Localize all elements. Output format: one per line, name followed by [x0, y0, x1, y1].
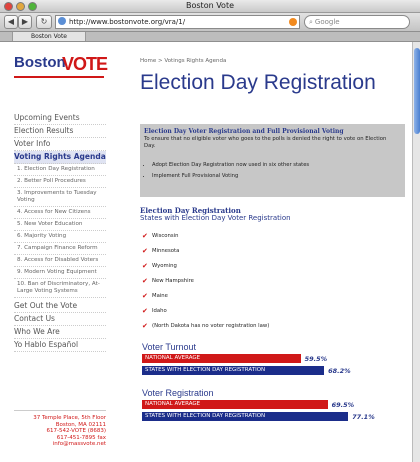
back-button[interactable]: ◀	[4, 15, 18, 29]
list-item: ✔ Wisconsin	[140, 232, 340, 247]
sidebar-nav: Upcoming Events Election Results Voter I…	[14, 112, 106, 352]
checkmark-icon: ✔	[142, 232, 148, 240]
sidebar-item-get-out-the-vote[interactable]: Get Out the Vote	[14, 300, 106, 313]
summary-box: Election Day Voter Registration and Full…	[140, 124, 405, 197]
main-content: Home > Votings Rights Agenda Election Da…	[140, 42, 412, 462]
tab-boston-vote[interactable]: Boston Vote	[12, 32, 86, 41]
sidebar-item-election-results[interactable]: Election Results	[14, 125, 106, 138]
state-name: Wisconsin	[152, 233, 179, 239]
sidebar-subitem-8[interactable]: 8. Access for Disabled Voters	[14, 255, 106, 267]
url-text: http://www.bostonvote.org/vra/1/	[69, 18, 186, 26]
list-item: ✔ Maine	[140, 292, 340, 307]
bar-label: STATES WITH ELECTION DAY REGISTRATION	[145, 367, 266, 373]
state-name: New Hampshire	[152, 278, 194, 284]
globe-icon	[58, 17, 66, 25]
sidebar-subitem-2[interactable]: 2. Better Poll Procedures	[14, 176, 106, 188]
page-content: Boston VOTE Upcoming Events Election Res…	[0, 42, 412, 462]
rss-icon[interactable]	[289, 18, 297, 26]
registration-bar-edr: STATES WITH ELECTION DAY REGISTRATION	[142, 412, 349, 421]
state-name: Maine	[152, 293, 168, 299]
turnout-bar-national: NATIONAL AVERAGE	[142, 354, 301, 363]
bar-label: NATIONAL AVERAGE	[145, 355, 201, 361]
state-name: Wyoming	[152, 263, 177, 269]
list-item: ✔ New Hampshire	[140, 277, 340, 292]
sidebar-item-yo-hablo-espanol[interactable]: Yo Hablo Español	[14, 339, 106, 352]
browser-window: Boston Vote ◀ ▶ ↻ http://www.bostonvote.…	[0, 0, 420, 462]
summary-text: To ensure that no eligible voter who goe…	[144, 136, 387, 149]
list-item: ✔ Minnesota	[140, 247, 340, 262]
forward-button[interactable]: ▶	[18, 15, 32, 29]
turnout-value-edr: 68.2%	[328, 367, 351, 375]
list-item: ✔ Idaho	[140, 307, 340, 322]
registration-value-edr: 77.1%	[352, 413, 375, 421]
list-item: ✔ Wyoming	[140, 262, 340, 277]
state-name: (North Dakota has no voter registration …	[152, 323, 270, 329]
bar-label: STATES WITH ELECTION DAY REGISTRATION	[145, 413, 266, 419]
sidebar-subitem-3[interactable]: 3. Improvements to Tuesday Voting	[14, 188, 106, 207]
sidebar-subitem-10[interactable]: 10. Ban of Discriminatory, At-Large Voti…	[14, 279, 106, 298]
checkmark-icon: ✔	[142, 277, 148, 285]
logo-text-boston: Boston	[14, 54, 66, 71]
sidebar-subitem-1[interactable]: 1. Election Day Registration	[14, 164, 106, 176]
sidebar-subitem-4[interactable]: 4. Access for New Citizens	[14, 207, 106, 219]
logo-underline	[14, 76, 104, 78]
address-divider	[14, 410, 106, 411]
checkmark-icon: ✔	[142, 292, 148, 300]
bar-label: NATIONAL AVERAGE	[145, 401, 201, 407]
states-list: ✔ Wisconsin ✔ Minnesota ✔ Wyoming ✔ New Hamp…	[140, 232, 340, 337]
state-name: Idaho	[152, 308, 167, 314]
address-bar[interactable]: http://www.bostonvote.org/vra/1/	[55, 15, 300, 29]
sidebar-item-voting-rights-agenda[interactable]: Voting Rights Agenda	[14, 151, 106, 164]
registration-title: Voter Registration	[142, 388, 214, 398]
summary-heading: Election Day Voter Registration and Full…	[144, 128, 344, 135]
logo[interactable]: Boston VOTE	[14, 52, 108, 88]
sidebar-item-who-we-are[interactable]: Who We Are	[14, 326, 106, 339]
registration-bar-national: NATIONAL AVERAGE	[142, 400, 328, 409]
checkmark-icon: ✔	[142, 247, 148, 255]
sidebar-item-voter-info[interactable]: Voter Info	[14, 138, 106, 151]
checkmark-icon: ✔	[142, 322, 148, 330]
section-subheading: States with Election Day Voter Registrat…	[140, 214, 291, 222]
title-bar: Boston Vote	[0, 0, 420, 13]
tab-bar: Boston Vote	[0, 32, 420, 42]
state-name: Minnesota	[152, 248, 180, 254]
logo-text-vote: VOTE	[62, 54, 108, 74]
checkmark-icon: ✔	[142, 262, 148, 270]
vertical-scrollbar[interactable]	[412, 42, 420, 462]
sidebar: Boston VOTE Upcoming Events Election Res…	[0, 42, 110, 462]
sidebar-item-contact-us[interactable]: Contact Us	[14, 313, 106, 326]
list-item: ✔ (North Dakota has no voter registration…	[140, 322, 340, 337]
email-link[interactable]: info@massvote.net	[14, 441, 106, 448]
contact-address: 37 Temple Place, 5th Floor Boston, MA 02…	[14, 410, 106, 448]
turnout-value-national: 59.5%	[304, 355, 328, 363]
sidebar-subitem-6[interactable]: 6. Majority Voting	[14, 231, 106, 243]
turnout-bar-edr: STATES WITH ELECTION DAY REGISTRATION	[142, 366, 325, 375]
turnout-title: Voter Turnout	[142, 342, 197, 352]
registration-value-national: 69.5%	[331, 401, 355, 409]
checkmark-icon: ✔	[142, 307, 148, 315]
summary-bullets: Adopt Election Day Registration now used…	[144, 160, 309, 182]
search-input[interactable]: ⌕ Google	[304, 15, 410, 29]
sidebar-subitem-9[interactable]: 9. Modern Voting Equipment	[14, 267, 106, 279]
scrollbar-thumb[interactable]	[414, 48, 420, 134]
breadcrumb[interactable]: Home > Votings Rights Agenda	[140, 58, 226, 64]
sidebar-item-upcoming-events[interactable]: Upcoming Events	[14, 112, 106, 125]
sidebar-subitem-7[interactable]: 7. Campaign Finance Reform	[14, 243, 106, 255]
window-title: Boston Vote	[186, 1, 234, 10]
search-placeholder: Google	[314, 18, 340, 26]
search-icon: ⌕	[309, 18, 313, 26]
sidebar-subitem-5[interactable]: 5. New Voter Education	[14, 219, 106, 231]
summary-bullet: Implement Full Provisional Voting	[152, 171, 309, 182]
browser-toolbar: ◀ ▶ ↻ http://www.bostonvote.org/vra/1/ ⌕…	[0, 13, 420, 32]
summary-bullet: Adopt Election Day Registration now used…	[152, 160, 309, 171]
reload-button[interactable]: ↻	[36, 15, 52, 29]
page-title: Election Day Registration	[140, 71, 376, 94]
